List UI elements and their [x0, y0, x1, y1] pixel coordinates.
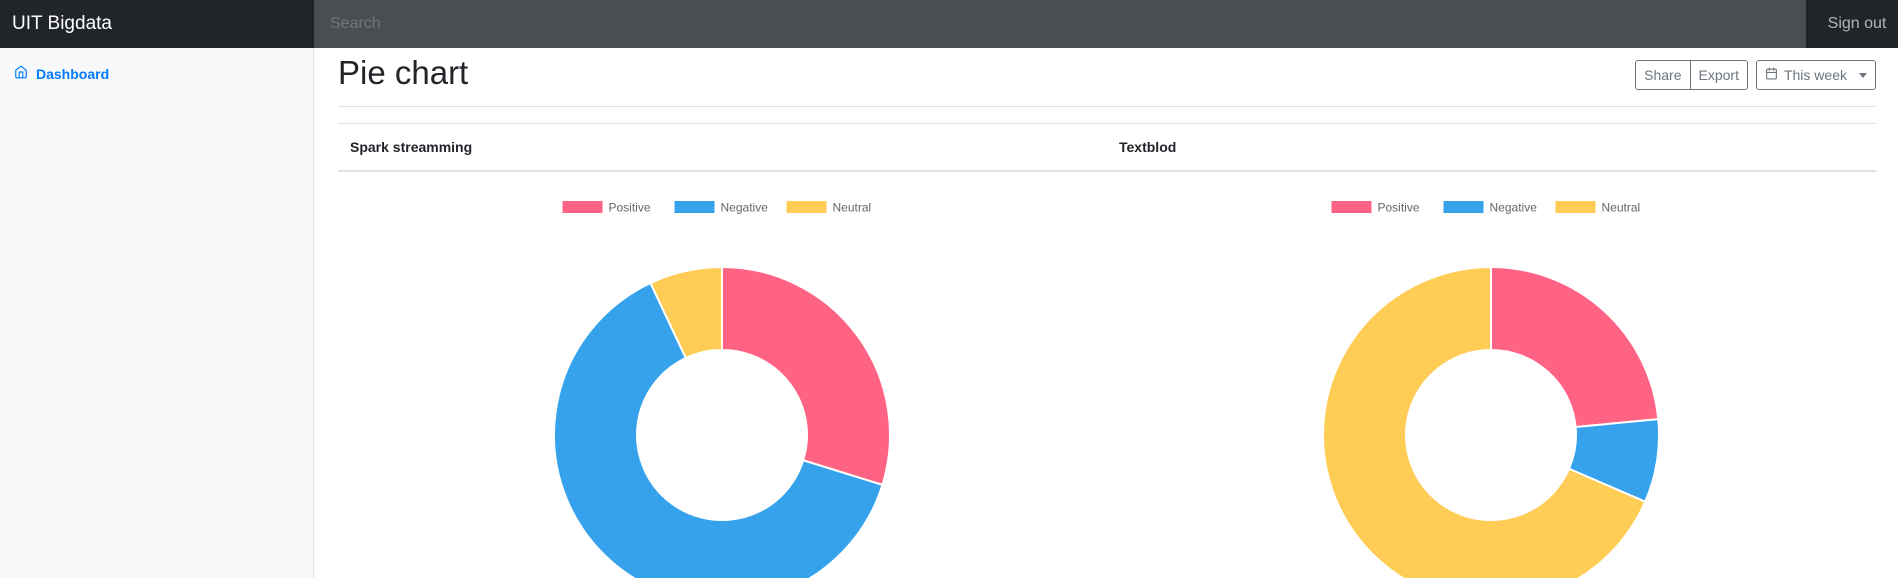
sidebar-item-label: Dashboard [36, 65, 110, 82]
table-top-border [338, 123, 1876, 124]
textblod-doughnut-chart: Positive Negative Neutral [1322, 201, 1660, 578]
column-header-spark: Spark streamming [350, 139, 473, 155]
sidebar-item-dashboard[interactable]: Dashboard [14, 65, 109, 82]
share-export-group: Share Export [1635, 60, 1748, 90]
legend-swatch [1555, 201, 1596, 213]
page-title: Pie chart [338, 54, 469, 91]
legend-swatch [786, 201, 827, 213]
legend-item-negative[interactable]: Negative [1443, 201, 1538, 215]
main-content: Pie chart Share Export This week Spark s… [338, 48, 1876, 578]
legend-label: Positive [609, 201, 651, 215]
legend-swatch [1443, 201, 1484, 213]
home-icon [14, 65, 28, 82]
calendar-icon [1765, 67, 1778, 83]
legend-label: Neutral [833, 201, 872, 215]
date-range-dropdown[interactable]: This week [1755, 60, 1876, 90]
date-range-label: This week [1783, 67, 1847, 83]
slice-positive[interactable] [721, 265, 891, 487]
legend-label: Neutral [1602, 201, 1641, 215]
chevron-down-icon [1859, 72, 1867, 78]
divider [338, 106, 1876, 107]
column-header-textblod: Textblod [1119, 139, 1177, 155]
legend-item-positive[interactable]: Positive [562, 201, 651, 215]
brand-logo[interactable]: UIT Bigdata [0, 0, 314, 48]
legend-swatch [1331, 201, 1372, 213]
slice-positive[interactable] [1490, 265, 1660, 429]
legend-swatch [674, 201, 715, 213]
sidebar: Dashboard [0, 48, 314, 578]
search-input[interactable] [314, 0, 1806, 48]
spark-streaming-doughnut-chart: Positive Negative Neutral [553, 201, 891, 578]
legend-label: Negative [721, 201, 769, 215]
top-navbar: UIT Bigdata Sign out [0, 0, 1898, 48]
legend-item-neutral[interactable]: Neutral [786, 201, 872, 215]
export-button[interactable]: Export [1690, 60, 1748, 90]
legend-item-negative[interactable]: Negative [674, 201, 769, 215]
toolbar: Share Export This week [1635, 60, 1876, 90]
legend-item-neutral[interactable]: Neutral [1555, 201, 1641, 215]
sign-out-link[interactable]: Sign out [1806, 0, 1898, 48]
legend-label: Negative [1490, 201, 1538, 215]
legend-label: Positive [1378, 201, 1420, 215]
legend-swatch [562, 201, 603, 213]
share-button[interactable]: Share [1635, 60, 1691, 90]
table-header-border [338, 170, 1876, 172]
legend-item-positive[interactable]: Positive [1331, 201, 1420, 215]
